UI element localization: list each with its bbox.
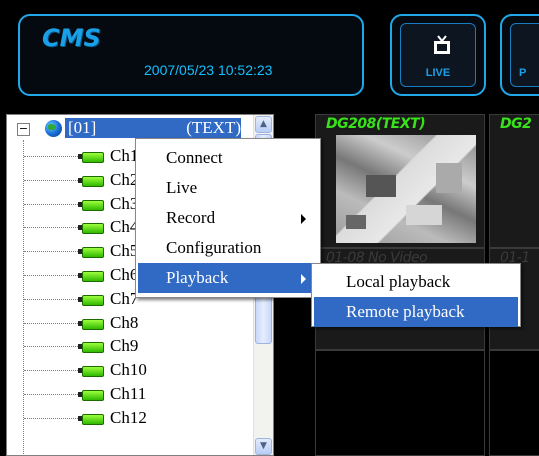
tree-channel-item[interactable]: Ch10 bbox=[7, 359, 247, 381]
camera-icon bbox=[78, 366, 104, 378]
app-title: CMS bbox=[42, 24, 101, 52]
camera-snapshot bbox=[336, 135, 476, 243]
submenu-arrow-icon bbox=[301, 274, 306, 284]
channel-label: Ch8 bbox=[110, 312, 139, 332]
camera-icon bbox=[78, 271, 104, 282]
tree-connector bbox=[24, 298, 82, 300]
context-menu: Connect Live Record Configuration Playba… bbox=[135, 138, 321, 298]
root-id: [01] bbox=[68, 118, 97, 137]
playback-mode-button[interactable]: P bbox=[500, 14, 539, 96]
tree-connector bbox=[24, 322, 82, 324]
menu-item-local-playback[interactable]: Local playback bbox=[314, 267, 518, 297]
channel-label: Ch9 bbox=[110, 336, 139, 356]
live-mode-button[interactable]: LIVE bbox=[390, 14, 486, 96]
tree-root-label[interactable]: [01] (TEXT) bbox=[65, 118, 241, 138]
root-tag: (TEXT) bbox=[186, 118, 241, 137]
tree-channel-item[interactable]: Ch12 bbox=[7, 407, 247, 429]
menu-item-live[interactable]: Live bbox=[138, 173, 318, 203]
video-cell[interactable] bbox=[489, 350, 539, 456]
scroll-up-button[interactable]: ▲ bbox=[255, 116, 272, 133]
channel-label: Ch12 bbox=[110, 407, 147, 427]
tv-icon bbox=[434, 35, 450, 54]
camera-icon bbox=[78, 199, 104, 211]
tree-root-node[interactable]: − [01] (TEXT) bbox=[7, 115, 257, 138]
tree-connector bbox=[24, 346, 82, 348]
submenu-arrow-icon bbox=[301, 214, 306, 224]
tree-channel-item[interactable]: Ch11 bbox=[7, 383, 247, 405]
tree-channel-item[interactable]: Ch9 bbox=[7, 335, 247, 357]
scroll-down-button[interactable]: ▼ bbox=[255, 438, 272, 455]
tree-channel-item[interactable]: Ch8 bbox=[7, 312, 247, 334]
tree-connector bbox=[24, 417, 82, 419]
menu-item-playback-label: Playback bbox=[166, 268, 229, 287]
menu-item-playback[interactable]: Playback bbox=[138, 263, 318, 293]
camera-icon bbox=[78, 390, 104, 401]
menu-item-remote-playback[interactable]: Remote playback bbox=[314, 297, 518, 327]
tree-connector bbox=[24, 251, 82, 253]
camera-icon bbox=[78, 247, 104, 259]
tree-connector bbox=[24, 179, 82, 181]
cms-header-panel: CMS 2007/05/23 10:52:23 bbox=[18, 14, 364, 96]
menu-item-record-label: Record bbox=[166, 208, 216, 227]
tree-connector bbox=[24, 156, 82, 157]
camera-icon bbox=[78, 294, 104, 306]
live-mode-label: LIVE bbox=[425, 67, 451, 79]
video-cell[interactable] bbox=[315, 350, 485, 456]
tree-connector bbox=[24, 227, 82, 229]
camera-icon bbox=[78, 342, 104, 354]
video-cell-label: DG208(TEXT) bbox=[326, 116, 426, 132]
tree-connector bbox=[24, 203, 82, 205]
playback-submenu: Local playback Remote playback bbox=[311, 263, 521, 327]
globe-icon bbox=[45, 120, 62, 137]
channel-label: Ch10 bbox=[110, 360, 147, 380]
datetime-display: 2007/05/23 10:52:23 bbox=[144, 62, 273, 78]
tree-connector bbox=[24, 275, 82, 276]
menu-item-configuration[interactable]: Configuration bbox=[138, 233, 318, 263]
video-cell[interactable]: DG2 bbox=[489, 114, 539, 248]
camera-icon bbox=[78, 152, 104, 163]
camera-icon bbox=[78, 175, 104, 187]
video-cell[interactable]: DG208(TEXT) bbox=[315, 114, 485, 248]
tree-connector bbox=[24, 370, 82, 372]
menu-item-connect[interactable]: Connect bbox=[138, 143, 318, 173]
camera-icon bbox=[78, 413, 104, 425]
collapse-toggle[interactable]: − bbox=[17, 123, 30, 136]
channel-label: Ch11 bbox=[110, 384, 147, 403]
menu-item-record[interactable]: Record bbox=[138, 203, 318, 233]
camera-icon bbox=[78, 318, 104, 330]
video-cell-label: DG2 bbox=[500, 116, 532, 132]
camera-icon bbox=[78, 223, 104, 235]
tree-connector bbox=[24, 394, 82, 395]
playback-mode-label: P bbox=[519, 67, 527, 79]
